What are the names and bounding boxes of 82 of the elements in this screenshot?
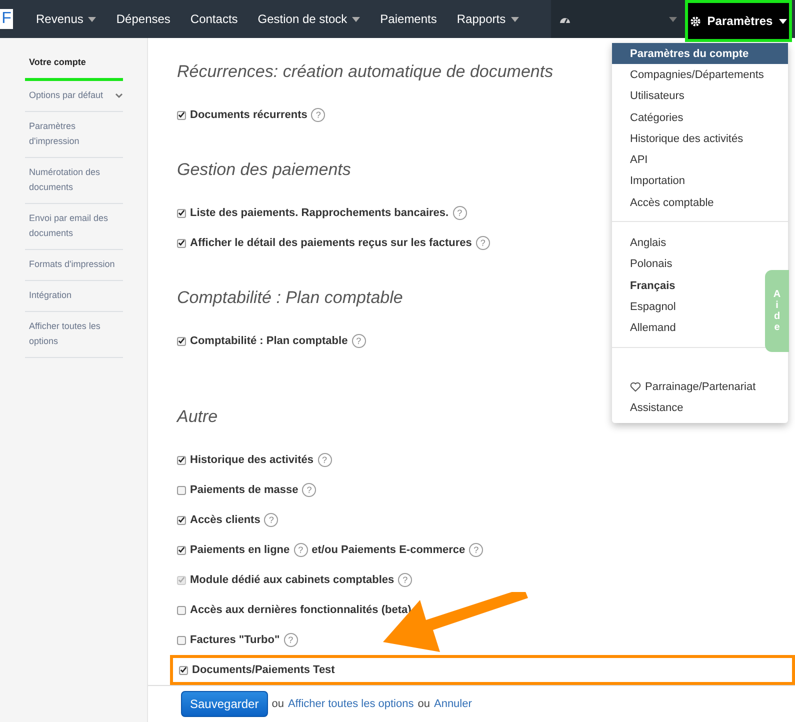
sidebar-item[interactable]: Paramètres d'impression <box>25 112 123 158</box>
help-icon[interactable]: ? <box>352 334 366 348</box>
option-label: Liste des paiements. Rapprochements bancaires. <box>190 207 449 219</box>
checkbox[interactable] <box>177 606 186 615</box>
menu-item[interactable]: Espagnol <box>612 296 680 318</box>
help-icon[interactable]: ? <box>294 543 308 558</box>
gear-icon <box>690 16 702 26</box>
checkbox[interactable] <box>177 336 186 346</box>
option-label: Comptabilité : Plan comptable <box>190 335 348 347</box>
cancel-link[interactable]: Annuler <box>434 698 472 710</box>
caret-icon <box>510 16 519 22</box>
menu-item[interactable]: Importation <box>612 170 690 192</box>
help-icon[interactable]: ? <box>264 513 278 528</box>
menu-item[interactable]: Allemand <box>612 318 680 339</box>
option-label: Paiements en ligne <box>190 544 290 556</box>
checkbox[interactable] <box>177 546 186 555</box>
separator-text: ou <box>272 698 284 710</box>
menu-item[interactable]: Compagnies/Départements <box>612 64 768 86</box>
caret-icon <box>778 18 787 24</box>
option-label: Accès aux dernières fonctionnalités (beta) <box>190 604 412 616</box>
help-icon[interactable]: ? <box>311 108 326 122</box>
section-title: Comptabilité : Plan comptable <box>177 288 403 308</box>
sidebar-item[interactable]: Formats d'impression <box>25 250 123 281</box>
logo[interactable]: F <box>0 9 13 29</box>
menu-item[interactable]: Assistance <box>612 397 688 418</box>
option-label: Documents/Paiements Test <box>192 664 335 676</box>
nav-item[interactable]: Dépenses <box>106 0 180 38</box>
checkbox[interactable] <box>177 486 186 495</box>
checkbox[interactable] <box>177 110 186 120</box>
caret-icon <box>669 16 677 22</box>
sidebar-item[interactable]: Intégration <box>25 281 123 312</box>
menu-item[interactable]: Paramètres du compte <box>612 43 788 64</box>
sidebar-item[interactable]: Options par défaut <box>25 81 123 112</box>
sidebar-item[interactable]: Votre compte <box>25 48 123 81</box>
option-label: Afficher le détail des paiements reçus sur les factures <box>190 237 472 249</box>
checkbox[interactable] <box>179 666 188 675</box>
help-icon[interactable]: ? <box>302 483 316 498</box>
checkbox[interactable] <box>177 208 186 218</box>
show-all-link[interactable]: Afficher toutes les options <box>288 698 414 710</box>
menu-item[interactable]: Polonais <box>612 254 676 275</box>
menu-item[interactable]: Anglais <box>612 232 670 254</box>
option-label: Documents récurrents <box>190 109 308 121</box>
option-label: Paiements de masse <box>190 484 298 496</box>
settings-menu-button[interactable]: Paramètres <box>685 0 792 42</box>
checkbox[interactable] <box>177 456 186 465</box>
option-label: Historique des activités <box>190 454 314 466</box>
nav-item[interactable]: Revenus <box>26 0 106 38</box>
sidebar-item[interactable]: Envoi par email des documents <box>25 204 123 250</box>
heart-icon <box>630 382 641 392</box>
chevron-icon <box>115 92 123 98</box>
menu-item[interactable]: Français <box>612 274 680 296</box>
sidebar-item[interactable]: Numérotation des documents <box>25 158 123 204</box>
menu-item[interactable]: Historique des activités <box>612 128 748 150</box>
nav-item[interactable]: Rapports <box>446 0 529 38</box>
caret-icon <box>88 16 96 22</box>
help-icon[interactable]: ? <box>318 453 332 468</box>
help-icon[interactable]: ? <box>469 543 484 558</box>
menu-item[interactable]: Catégories <box>612 106 688 128</box>
help-icon[interactable]: ? <box>476 236 490 250</box>
menu-item[interactable]: API <box>612 149 652 171</box>
option-label: et/ou Paiements E-commerce <box>312 544 466 556</box>
sidebar-item[interactable]: Afficher toutes les options <box>25 312 123 358</box>
help-icon[interactable]: ? <box>452 206 467 220</box>
nav-item[interactable]: Paiements <box>370 0 447 38</box>
checkbox[interactable] <box>177 516 186 525</box>
section-title: Gestion des paiements <box>177 160 351 180</box>
checkbox[interactable] <box>177 636 186 645</box>
option-label: Accès clients <box>190 514 260 526</box>
nav-item[interactable]: Gestion de stock <box>248 0 370 38</box>
caret-icon <box>352 16 360 22</box>
checkbox[interactable] <box>177 238 186 248</box>
save-button[interactable]: Sauvegarder <box>181 691 268 718</box>
option-label: Module dédié aux cabinets comptables <box>190 574 394 586</box>
help-icon[interactable]: ? <box>284 633 298 648</box>
nav-item[interactable]: Contacts <box>180 0 248 38</box>
section-title: Récurrences: création automatique de documents <box>177 62 554 82</box>
option-label: Factures "Turbo" <box>190 634 280 646</box>
separator-text: ou <box>418 698 430 710</box>
section-title: Autre <box>177 407 218 428</box>
menu-item[interactable]: Parrainage/Partenariat <box>612 376 760 398</box>
menu-item[interactable]: Utilisateurs <box>612 86 688 107</box>
menu-item[interactable]: Accès comptable <box>612 192 718 214</box>
